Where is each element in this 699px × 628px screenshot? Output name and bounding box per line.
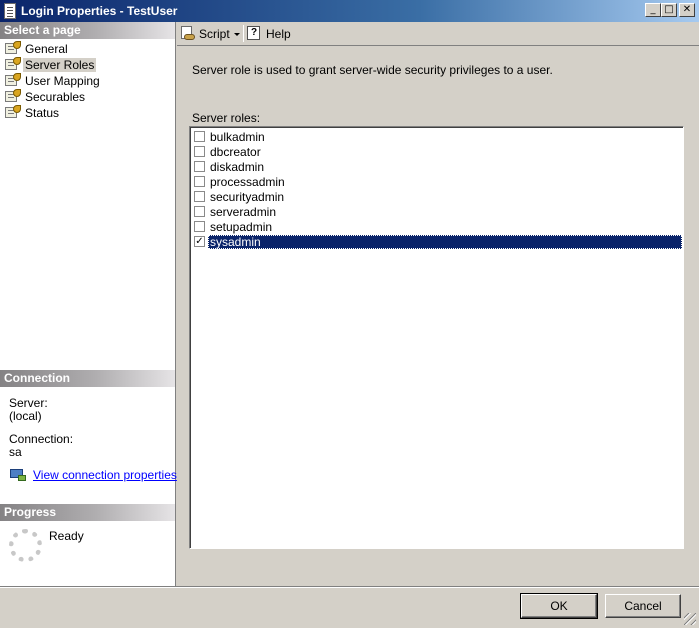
connection-header: Connection [0, 370, 175, 387]
role-row-diskadmin[interactable]: diskadmin [192, 159, 682, 174]
close-button[interactable]: ✕ [679, 3, 695, 17]
role-name: securityadmin [210, 190, 285, 204]
maximize-button[interactable]: □ [661, 3, 677, 17]
page-item-label: General [25, 42, 68, 56]
view-connection-properties-link[interactable]: View connection properties [33, 468, 177, 482]
role-row-serveradmin[interactable]: serveradmin [192, 204, 682, 219]
role-row-sysadmin[interactable]: ✓ sysadmin [192, 234, 682, 249]
title-bar[interactable]: Login Properties - TestUser _ □ ✕ [0, 0, 699, 22]
page-item-label: Securables [25, 90, 86, 104]
connection-properties-icon[interactable] [10, 468, 27, 482]
page-item-label: Status [25, 106, 60, 120]
role-row-bulkadmin[interactable]: bulkadmin [192, 129, 682, 144]
page-item-user-mapping[interactable]: User Mapping [3, 72, 173, 88]
minimize-button[interactable]: _ [645, 3, 661, 17]
role-name: diskadmin [210, 160, 265, 174]
page-settings-icon [5, 73, 21, 86]
server-roles-label: Server roles: [192, 111, 261, 125]
app-icon [4, 3, 16, 19]
role-name: bulkadmin [210, 130, 265, 144]
left-panel: Select a page General Server Roles User … [0, 22, 177, 586]
role-row-setupadmin[interactable]: setupadmin [192, 219, 682, 234]
role-checkbox[interactable] [194, 206, 205, 217]
role-checkbox[interactable] [194, 161, 205, 172]
help-icon[interactable] [247, 26, 261, 41]
toolbar-separator [243, 25, 244, 42]
page-settings-icon [5, 105, 21, 118]
window-title: Login Properties - TestUser [21, 4, 178, 18]
progress-status: Ready [49, 529, 84, 543]
role-checkbox[interactable] [194, 131, 205, 142]
page-item-label: Server Roles [23, 58, 97, 72]
cancel-button[interactable]: Cancel [605, 594, 681, 618]
role-checkbox[interactable] [194, 221, 205, 232]
progress-header: Progress [0, 504, 175, 521]
page-description: Server role is used to grant server-wide… [192, 63, 553, 77]
page-item-general[interactable]: General [3, 40, 173, 56]
script-button[interactable]: Script [199, 27, 230, 41]
bottom-separator [0, 586, 699, 588]
connection-value: sa [9, 445, 22, 459]
role-checkbox[interactable] [194, 146, 205, 157]
role-row-dbcreator[interactable]: dbcreator [192, 144, 682, 159]
role-checkbox[interactable]: ✓ [194, 236, 205, 247]
toolbar: Script Help [177, 22, 699, 46]
page-settings-icon [5, 41, 21, 54]
role-name: serveradmin [210, 205, 277, 219]
script-dropdown-arrow-icon[interactable] [234, 33, 240, 36]
server-roles-list[interactable]: bulkadmin dbcreator diskadmin processadm… [189, 126, 684, 549]
role-name: setupadmin [210, 220, 273, 234]
page-settings-icon [5, 89, 21, 102]
role-row-processadmin[interactable]: processadmin [192, 174, 682, 189]
page-item-status[interactable]: Status [3, 104, 173, 120]
page-settings-icon [5, 57, 21, 70]
connection-label: Connection: [9, 432, 74, 446]
server-label: Server: [9, 396, 48, 410]
page-item-securables[interactable]: Securables [3, 88, 173, 104]
help-button[interactable]: Help [266, 27, 291, 41]
role-row-securityadmin[interactable]: securityadmin [192, 189, 682, 204]
server-value: (local) [9, 409, 42, 423]
script-icon[interactable] [181, 26, 195, 41]
role-name: processadmin [210, 175, 285, 189]
page-item-label: User Mapping [25, 74, 100, 88]
spinner-icon [9, 529, 42, 562]
resize-grip[interactable] [684, 613, 696, 625]
role-name: dbcreator [210, 145, 261, 159]
select-page-header: Select a page [0, 22, 175, 39]
page-item-server-roles[interactable]: Server Roles [3, 56, 173, 72]
role-checkbox[interactable] [194, 191, 205, 202]
ok-button[interactable]: OK [520, 593, 598, 619]
role-name: sysadmin [208, 235, 682, 249]
role-checkbox[interactable] [194, 176, 205, 187]
